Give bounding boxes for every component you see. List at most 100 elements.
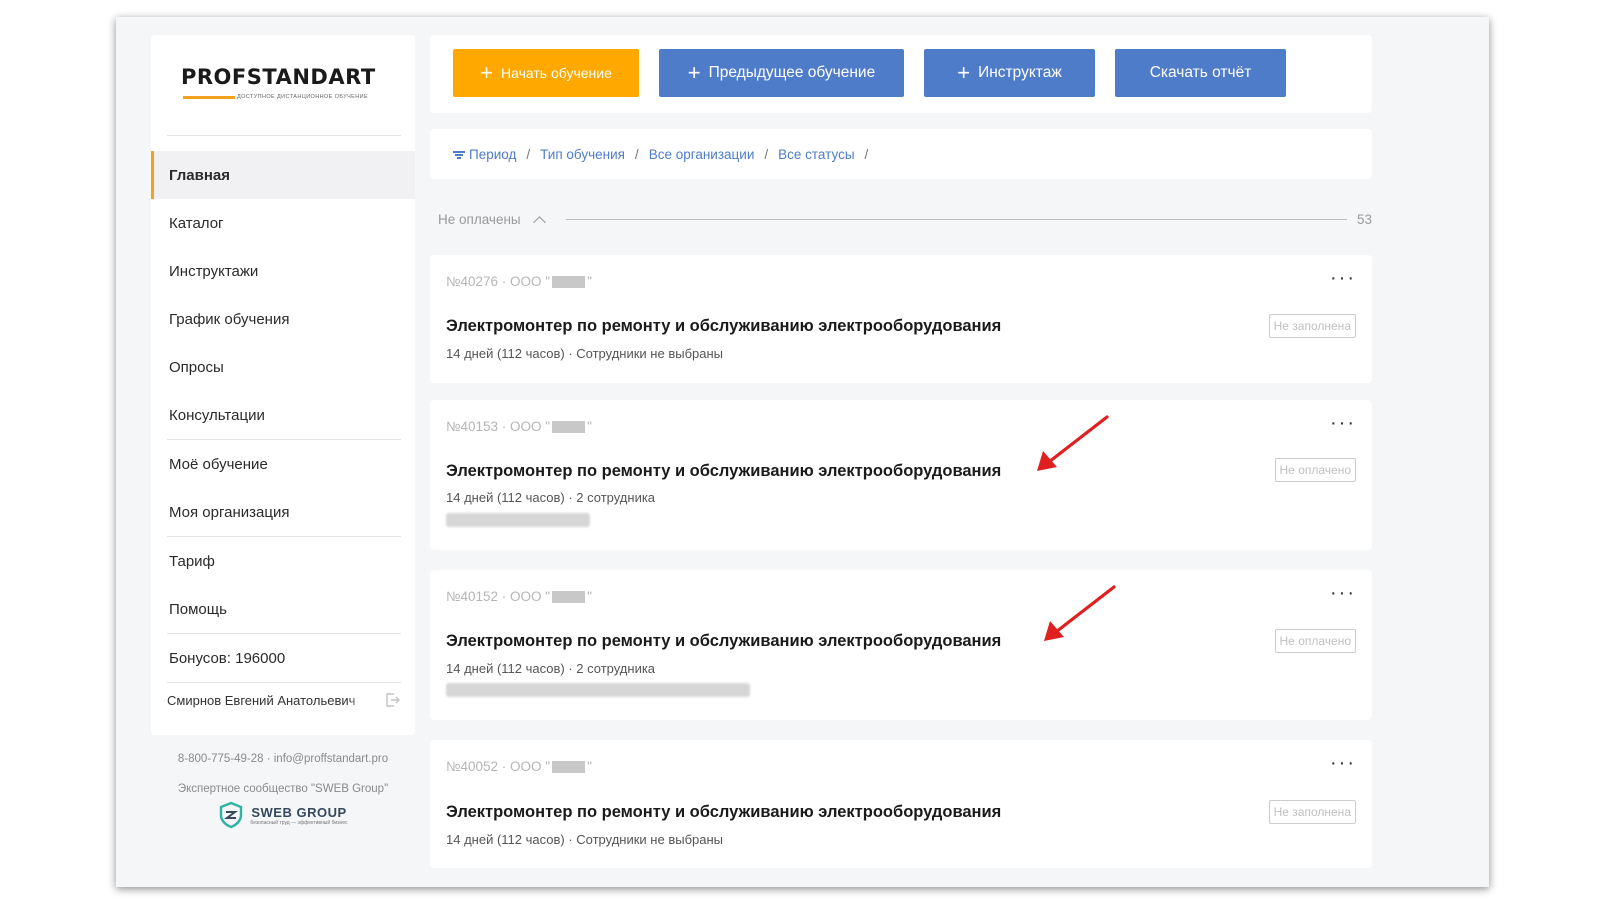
plus-icon: + — [957, 60, 971, 85]
status-badge: Не заполнена — [1268, 314, 1356, 338]
brand-name: PROFSTANDART — [181, 65, 376, 89]
user-row: Смирнов Евгений Анатольевич — [167, 687, 401, 713]
group-header-unpaid[interactable]: Не оплачены 53 — [438, 207, 1372, 231]
card-number-end: " — [587, 589, 592, 604]
more-options-icon[interactable]: ··· — [1330, 752, 1356, 775]
card-number-text: №40153 · ООО " — [446, 419, 551, 434]
card-title[interactable]: Электромонтер по ремонту и обслуживанию … — [446, 317, 1001, 336]
filter-statuses[interactable]: Все статусы — [778, 147, 854, 162]
sidebar-item-home[interactable]: Главная — [151, 151, 415, 199]
card-title[interactable]: Электромонтер по ремонту и обслуживанию … — [446, 462, 1001, 481]
card-number-text: №40152 · ООО " — [446, 589, 551, 604]
training-card[interactable]: №40153 · ООО " " ··· Электромонтер по рем… — [430, 400, 1372, 550]
training-card[interactable]: №40276 · ООО " " ··· Электромонтер по рем… — [430, 255, 1372, 383]
community-text: Экспертное сообщество "SWEB Group" — [177, 783, 389, 795]
card-meta: 14 дней (112 часов) · 2 сотрудника — [446, 661, 656, 676]
sidebar-item-label: Тариф — [169, 552, 215, 570]
separator: / — [864, 146, 869, 162]
briefing-button[interactable]: + Инструктаж — [924, 49, 1095, 97]
redacted-employees — [446, 513, 590, 527]
card-number-text: №40276 · ООО " — [446, 274, 551, 289]
sidebar-item-label: График обучения — [169, 310, 290, 328]
sidebar-item-label: Моя организация — [169, 503, 290, 521]
sidebar-item-schedule[interactable]: График обучения — [151, 295, 415, 343]
button-label: Инструктаж — [978, 64, 1062, 81]
sidebar-item-label: Главная — [169, 166, 231, 184]
contact-line[interactable]: 8-800-775-49-28 · info@proffstandart.pro — [151, 753, 415, 765]
redacted-block — [552, 590, 586, 603]
sidebar-item-my-organization[interactable]: Моя организация — [151, 488, 415, 536]
card-title[interactable]: Электромонтер по ремонту и обслуживанию … — [446, 803, 1001, 822]
sidebar-item-label: Бонусов: 196000 — [169, 649, 286, 667]
training-card[interactable]: №40152 · ООО " " ··· Электромонтер по рем… — [430, 570, 1372, 720]
filter-period[interactable]: Период — [469, 147, 516, 162]
sidebar-item-label: Моё обучение — [169, 455, 268, 473]
sidebar-item-help[interactable]: Помощь — [151, 585, 415, 633]
card-title[interactable]: Электромонтер по ремонту и обслуживанию … — [446, 632, 1001, 651]
card-meta: 14 дней (112 часов) · Сотрудники не выбр… — [446, 832, 723, 847]
card-meta: 14 дней (112 часов) · Сотрудники не выбр… — [446, 346, 723, 361]
status-badge: Не оплачено — [1274, 458, 1356, 482]
annotation-arrow — [1044, 585, 1116, 641]
annotation-arrow — [1037, 415, 1109, 471]
partner-logo[interactable]: SWEB GROUP безопасный труд — эффективный… — [151, 801, 415, 829]
logout-icon[interactable] — [383, 691, 401, 709]
previous-training-button[interactable]: + Предыдущее обучение — [659, 49, 904, 97]
action-toolbar: + Начать обучение + Предыдущее обучение … — [430, 35, 1372, 113]
button-label: Скачать отчёт — [1149, 64, 1252, 81]
partner-tagline: безопасный труд — эффективный бизнес — [250, 819, 348, 826]
brand-tagline: доступное дистанционное обучение — [237, 94, 369, 100]
filter-organizations[interactable]: Все организации — [649, 147, 755, 162]
card-number-end: " — [587, 419, 592, 434]
plus-icon: + — [480, 60, 493, 85]
group-divider — [565, 218, 1347, 220]
filter-icon — [453, 149, 465, 159]
separator: / — [526, 146, 531, 162]
group-label: Не оплачены — [438, 211, 521, 227]
card-number-end: " — [587, 274, 592, 289]
card-number-text: №40052 · ООО " — [446, 759, 551, 774]
filter-breadcrumb: Период / Тип обучения / Все организации … — [430, 129, 1372, 179]
user-name[interactable]: Смирнов Евгений Анатольевич — [167, 693, 372, 708]
group-count: 53 — [1356, 211, 1372, 227]
redacted-block — [552, 275, 586, 288]
more-options-icon[interactable]: ··· — [1330, 412, 1356, 435]
more-options-icon[interactable]: ··· — [1330, 267, 1356, 290]
sidebar-item-consultations[interactable]: Консультации — [151, 391, 415, 439]
more-options-icon[interactable]: ··· — [1330, 582, 1356, 605]
brand-underline — [183, 96, 235, 99]
separator: / — [764, 146, 769, 162]
status-badge: Не оплачено — [1274, 629, 1356, 653]
plus-icon: + — [687, 60, 701, 85]
chevron-up-icon[interactable] — [532, 215, 546, 229]
filter-training-type[interactable]: Тип обучения — [540, 147, 625, 162]
sidebar-item-briefings[interactable]: Инструктажи — [151, 247, 415, 295]
card-number: №40153 · ООО " " — [446, 419, 592, 434]
sidebar-item-tariff[interactable]: Тариф — [151, 537, 415, 585]
brand-logo[interactable]: PROFSTANDART доступное дистанционное обу… — [181, 65, 391, 105]
start-training-button[interactable]: + Начать обучение — [453, 49, 639, 97]
card-number-end: " — [587, 759, 592, 774]
sidebar-nav: Главная Каталог Инструктажи График обуче… — [151, 151, 415, 683]
divider — [167, 135, 401, 136]
sidebar-item-label: Помощь — [169, 600, 227, 618]
sidebar-item-catalog[interactable]: Каталог — [151, 199, 415, 247]
footer-contacts: 8-800-775-49-28 · info@proffstandart.pro… — [151, 753, 415, 829]
card-number: №40152 · ООО " " — [446, 589, 592, 604]
training-card[interactable]: №40052 · ООО " " ··· Электромонтер по рем… — [430, 740, 1372, 868]
card-meta: 14 дней (112 часов) · 2 сотрудника — [446, 490, 656, 505]
sidebar-item-surveys[interactable]: Опросы — [151, 343, 415, 391]
card-number: №40052 · ООО " " — [446, 759, 592, 774]
sidebar-item-my-training[interactable]: Моё обучение — [151, 440, 415, 488]
separator: / — [634, 146, 639, 162]
button-label: Предыдущее обучение — [708, 64, 876, 81]
sidebar-item-label: Опросы — [169, 358, 224, 376]
sidebar-item-label: Каталог — [169, 214, 224, 232]
app-window: PROFSTANDART доступное дистанционное обу… — [116, 17, 1489, 887]
card-number: №40276 · ООО " " — [446, 274, 592, 289]
download-report-button[interactable]: Скачать отчёт — [1115, 49, 1286, 97]
sidebar-item-bonuses[interactable]: Бонусов: 196000 — [151, 634, 415, 682]
button-label: Начать обучение — [500, 65, 612, 81]
sidebar-item-label: Инструктажи — [169, 262, 259, 280]
partner-name: SWEB GROUP — [251, 804, 347, 820]
